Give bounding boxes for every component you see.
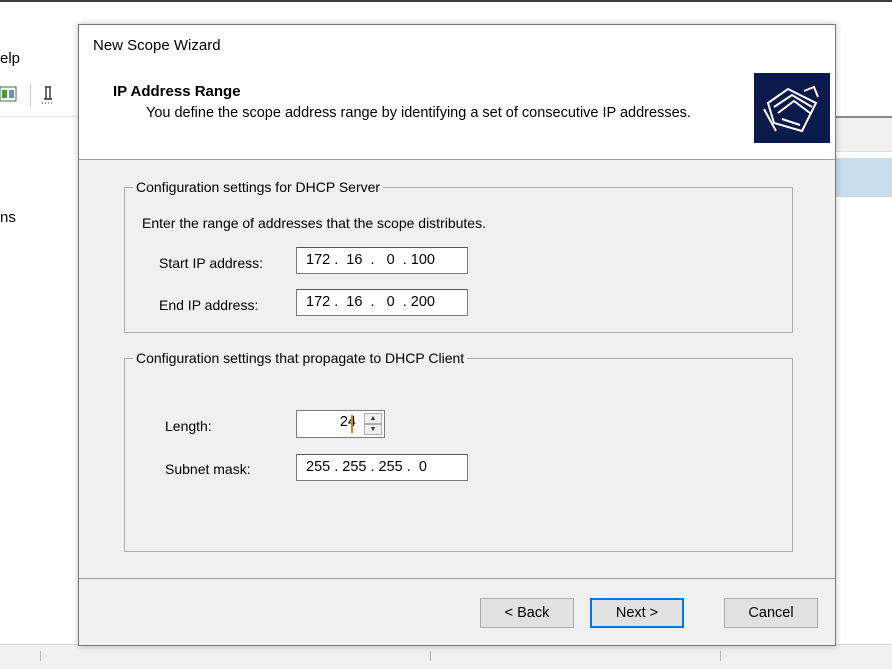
back-button[interactable]: < Back	[480, 598, 574, 628]
wizard-header: New Scope Wizard IP Address Range You de…	[79, 25, 835, 160]
dhcp-client-settings-group: Configuration settings that propagate to…	[124, 350, 793, 552]
tree-node-label[interactable]: ns	[0, 209, 16, 226]
page-subtitle: You define the scope address range by id…	[146, 105, 691, 121]
group-legend: Configuration settings for DHCP Server	[136, 179, 381, 195]
start-ip-input[interactable]: 172 . 16 . 0 . 100	[296, 247, 468, 274]
folders-icon	[754, 73, 830, 143]
next-button[interactable]: Next >	[590, 598, 684, 628]
column-header	[828, 118, 892, 152]
window-top-border	[0, 0, 892, 2]
length-value[interactable]: 24	[340, 414, 356, 430]
start-ip-label: Start IP address:	[159, 255, 264, 271]
properties-icon[interactable]	[38, 84, 60, 106]
selected-row[interactable]	[828, 158, 892, 197]
text-caret	[351, 415, 353, 433]
subnet-mask-input[interactable]: 255 . 255 . 255 . 0	[296, 454, 468, 481]
footer-divider	[79, 578, 835, 579]
toolbar	[0, 80, 80, 120]
toolbar-divider	[0, 116, 80, 117]
status-bar	[0, 644, 892, 669]
toolbar-separator	[30, 84, 31, 106]
length-label: Length:	[165, 418, 212, 434]
spin-down-icon[interactable]: ▼	[364, 424, 382, 435]
range-instruction: Enter the range of addresses that the sc…	[142, 215, 486, 231]
console-icon[interactable]	[0, 84, 22, 106]
group-legend: Configuration settings that propagate to…	[136, 350, 465, 366]
cancel-button[interactable]: Cancel	[724, 598, 818, 628]
window-title: New Scope Wizard	[93, 37, 221, 54]
end-ip-label: End IP address:	[159, 297, 259, 313]
length-spinner[interactable]: 24 ▲ ▼	[296, 410, 385, 438]
spinner-buttons: ▲ ▼	[364, 413, 382, 435]
spin-up-icon[interactable]: ▲	[364, 413, 382, 424]
subnet-mask-label: Subnet mask:	[165, 461, 251, 477]
menu-help[interactable]: elp	[0, 50, 20, 67]
end-ip-input[interactable]: 172 . 16 . 0 . 200	[296, 289, 468, 316]
page-title: IP Address Range	[113, 83, 241, 100]
new-scope-wizard-dialog: New Scope Wizard IP Address Range You de…	[78, 24, 836, 646]
